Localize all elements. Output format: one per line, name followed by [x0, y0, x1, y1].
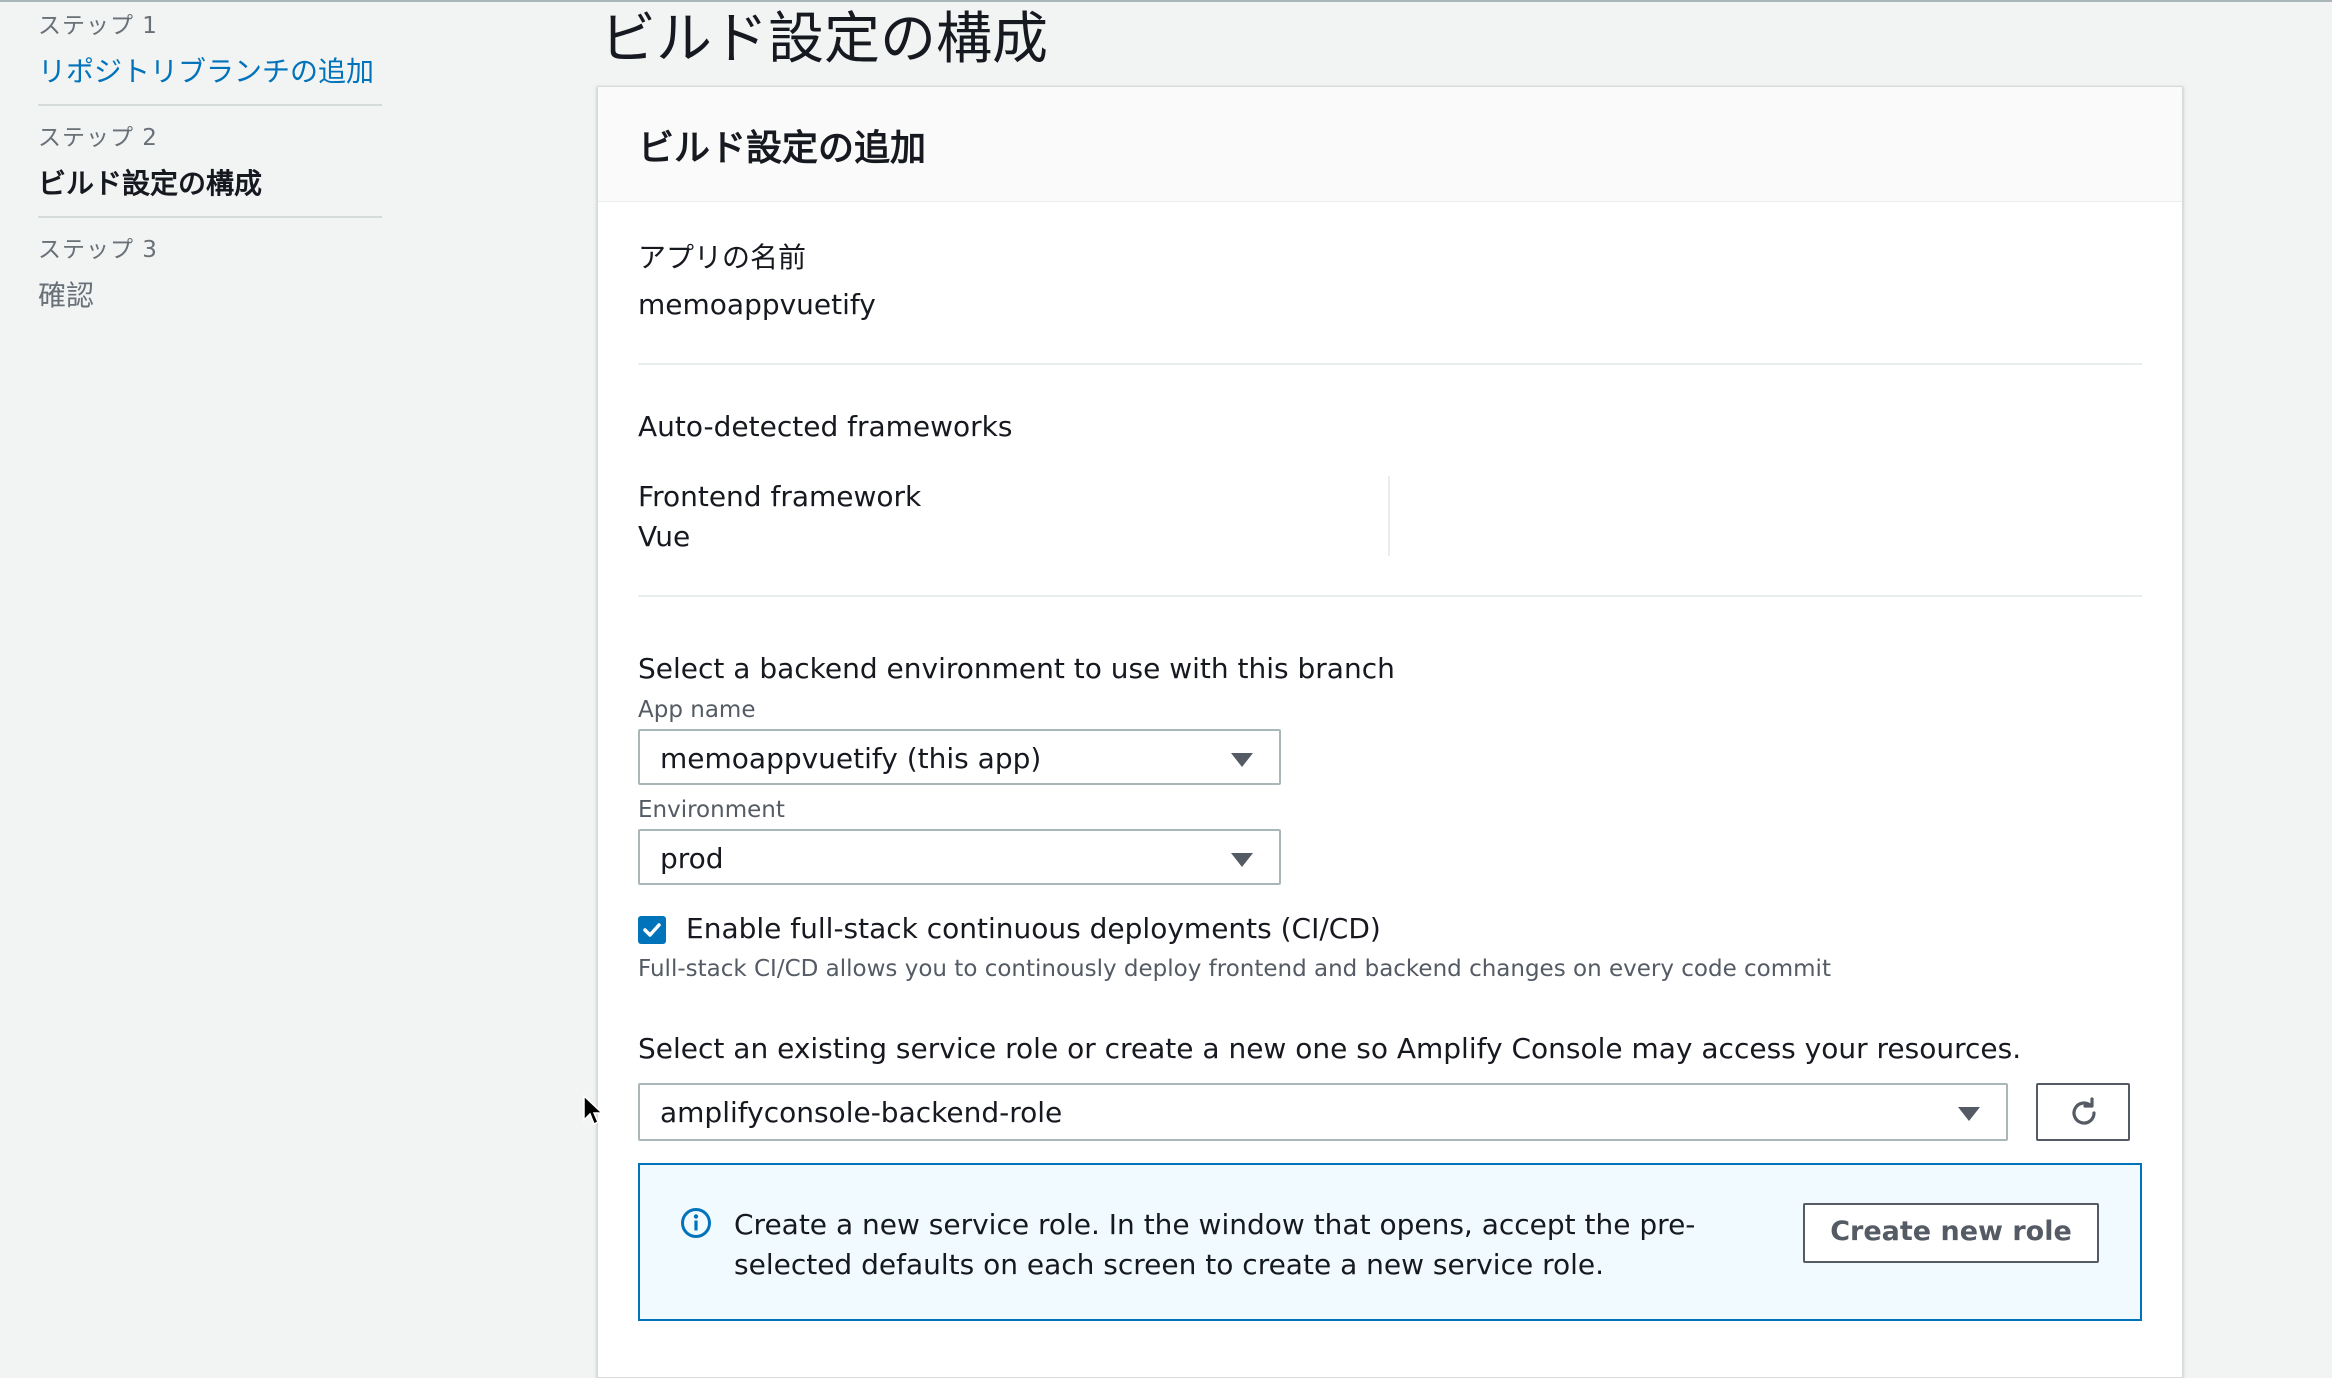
- environment-select-value: prod: [660, 842, 724, 875]
- column-divider: [1388, 476, 1390, 556]
- step-number: ステップ 1: [38, 13, 158, 39]
- sidebar-step-3: ステップ 3 確認: [38, 230, 382, 314]
- check-icon: [643, 923, 661, 937]
- step-number: ステップ 3: [38, 237, 158, 263]
- app-name-select-value: memoappvuetify (this app): [660, 742, 1042, 775]
- frontend-framework-label: Frontend framework: [638, 480, 922, 513]
- top-border: [0, 0, 2332, 2]
- app-name-label: アプリの名前: [638, 241, 807, 274]
- backend-environment-heading: Select a backend environment to use with…: [638, 652, 1395, 685]
- service-role-select[interactable]: amplifyconsole-backend-role: [638, 1083, 2008, 1141]
- step-divider: [38, 104, 382, 106]
- refresh-roles-button[interactable]: [2036, 1083, 2130, 1141]
- step-title-review: 確認: [38, 279, 95, 312]
- frameworks-heading: Auto-detected frameworks: [638, 410, 1013, 443]
- caret-down-icon: [1231, 853, 1253, 867]
- info-alert: Create a new service role. In the window…: [638, 1163, 2142, 1321]
- cicd-description: Full-stack CI/CD allows you to continous…: [638, 956, 1831, 982]
- sidebar-step-1[interactable]: ステップ 1 リポジトリブランチの追加: [38, 6, 382, 90]
- step-divider: [38, 216, 382, 218]
- card-title: ビルド設定の追加: [638, 128, 927, 169]
- info-text: Create a new service role. In the window…: [734, 1208, 1696, 1281]
- cicd-checkbox[interactable]: [638, 916, 666, 944]
- environment-select[interactable]: prod: [638, 829, 1281, 885]
- app-name-select-label: App name: [638, 697, 756, 723]
- service-role-heading: Select an existing service role or creat…: [638, 1032, 2022, 1065]
- divider: [638, 595, 2142, 597]
- create-new-role-button[interactable]: Create new role: [1803, 1203, 2099, 1263]
- app-name-select[interactable]: memoappvuetify (this app): [638, 729, 1281, 785]
- refresh-icon: [2072, 1097, 2096, 1125]
- app-name-value: memoappvuetify: [638, 288, 876, 321]
- info-icon: [681, 1208, 711, 1238]
- mouse-cursor-icon: [583, 1094, 604, 1126]
- caret-down-icon: [1231, 753, 1253, 767]
- step-title-current: ビルド設定の構成: [38, 167, 263, 200]
- divider: [638, 363, 2142, 365]
- cicd-checkbox-label[interactable]: Enable full-stack continuous deployments…: [686, 912, 1381, 945]
- step-link-add-repo-branch[interactable]: リポジトリブランチの追加: [38, 50, 382, 90]
- caret-down-icon: [1958, 1107, 1980, 1121]
- service-role-select-value: amplifyconsole-backend-role: [660, 1096, 1063, 1129]
- environment-select-label: Environment: [638, 797, 785, 823]
- sidebar-step-2: ステップ 2 ビルド設定の構成: [38, 118, 382, 202]
- frontend-framework-value: Vue: [638, 520, 691, 553]
- page-title: ビルド設定の構成: [600, 7, 1048, 72]
- card-header: ビルド設定の追加: [598, 87, 2182, 202]
- step-number: ステップ 2: [38, 125, 158, 151]
